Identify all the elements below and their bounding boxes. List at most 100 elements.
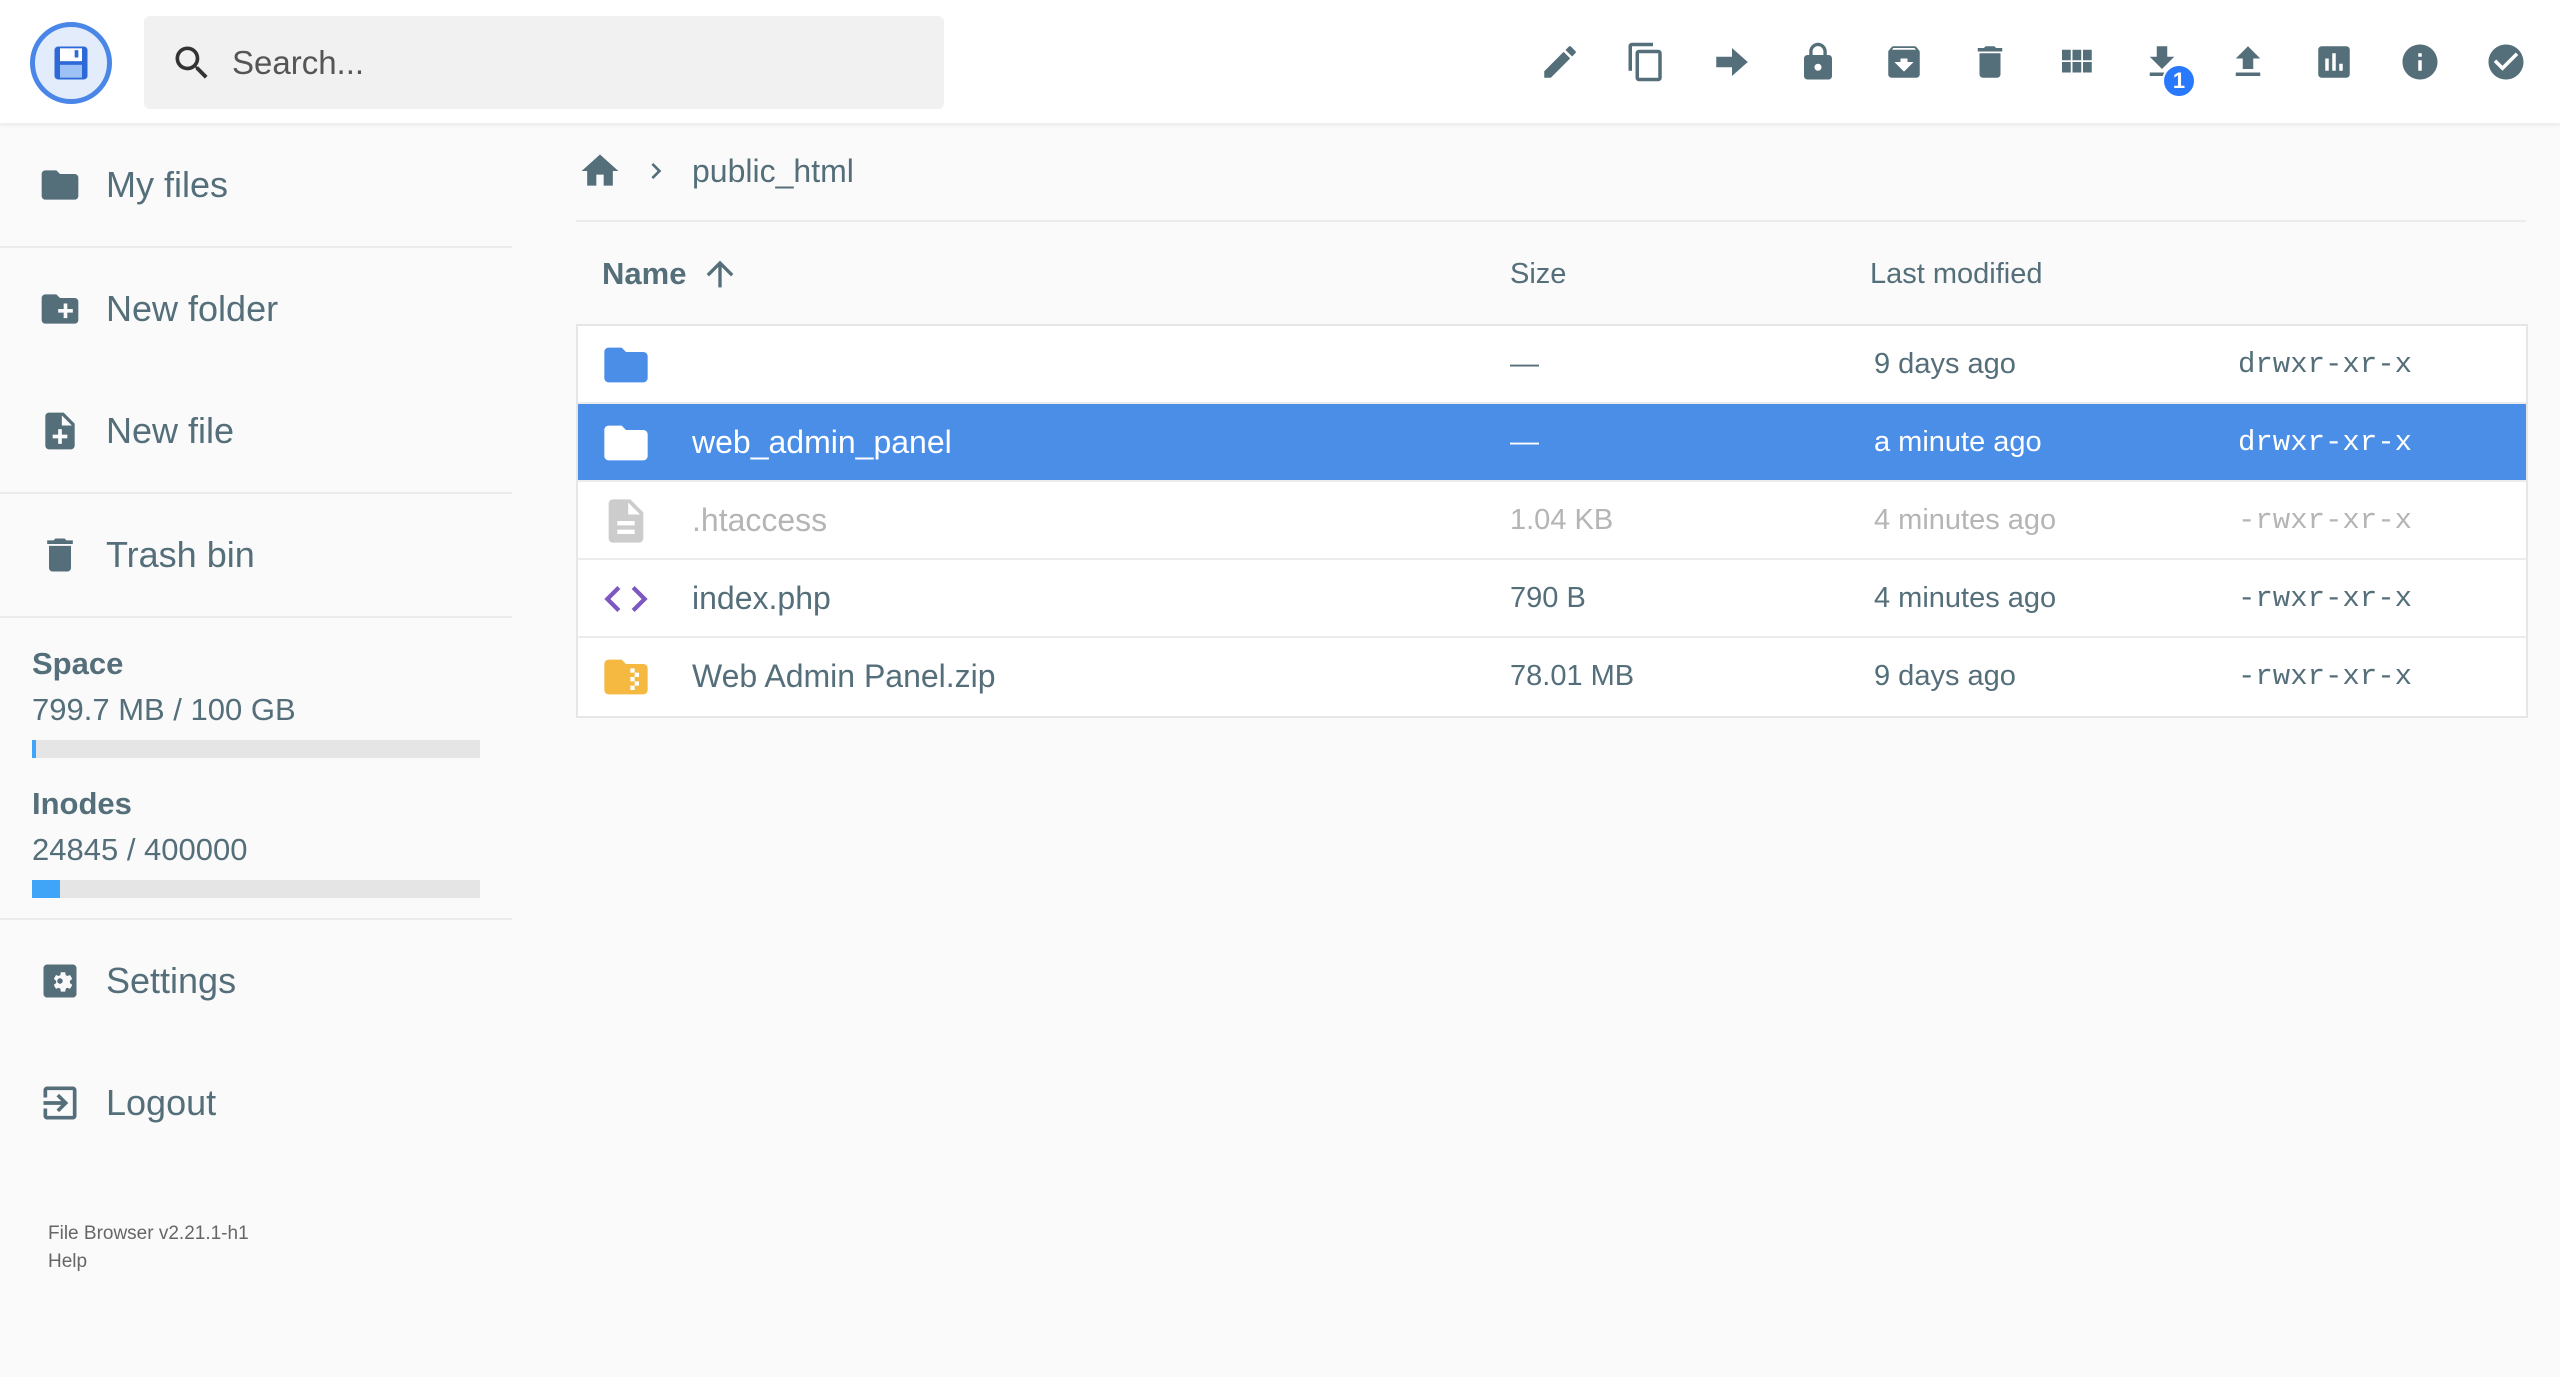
download-count-badge: 1 bbox=[2162, 64, 2196, 98]
sidebar-item-logout[interactable]: Logout bbox=[0, 1042, 512, 1164]
file-permissions: -rwxr-xr-x bbox=[2238, 660, 2413, 693]
file-permissions: drwxr-xr-x bbox=[2238, 426, 2413, 459]
file-name: web_admin_panel bbox=[692, 424, 952, 460]
file-icon bbox=[608, 499, 644, 543]
check-circle-icon bbox=[2488, 44, 2524, 80]
sidebar-item-label: Settings bbox=[106, 960, 237, 1001]
sidebar-item-label: My files bbox=[106, 164, 229, 205]
lock-icon bbox=[1804, 42, 1832, 80]
settings-icon bbox=[43, 964, 77, 998]
archive-button[interactable] bbox=[1866, 24, 1942, 100]
sidebar-item-label: New file bbox=[106, 410, 235, 451]
code-icon bbox=[604, 586, 648, 612]
list-item[interactable]: — 9 days ago drwxr-xr-x bbox=[578, 326, 2526, 404]
file-name: Web Admin Panel.zip bbox=[692, 658, 996, 694]
file-list: — 9 days ago drwxr-xr-x web_admin_panel … bbox=[576, 324, 2528, 718]
file-modified: a minute ago bbox=[1874, 426, 2042, 458]
chevron-right-icon bbox=[651, 163, 662, 179]
size-column-header[interactable]: Size bbox=[1510, 258, 1566, 291]
file-modified: 4 minutes ago bbox=[1874, 504, 2057, 536]
sidebar-item-settings[interactable]: Settings bbox=[0, 920, 512, 1042]
delete-icon bbox=[1977, 46, 2003, 78]
trash-icon bbox=[47, 538, 73, 572]
home-icon[interactable] bbox=[578, 149, 622, 193]
space-value: 799.7 MB / 100 GB bbox=[32, 692, 296, 727]
space-progress-fill bbox=[32, 740, 36, 758]
info-button[interactable] bbox=[2382, 24, 2458, 100]
space-label: Space bbox=[32, 646, 124, 681]
new-file-icon bbox=[45, 412, 75, 450]
search-box[interactable] bbox=[144, 16, 944, 109]
inodes-progress-fill bbox=[32, 880, 60, 898]
download-button[interactable]: 1 bbox=[2124, 24, 2200, 100]
file-name: index.php bbox=[692, 580, 831, 616]
modified-column-header[interactable]: Last modified bbox=[1870, 258, 2043, 291]
version-text: File Browser v2.21.1-h1 bbox=[48, 1223, 249, 1244]
delete-button[interactable] bbox=[1952, 24, 2028, 100]
toolbar: 1 bbox=[1522, 24, 2544, 100]
breadcrumb-divider bbox=[576, 220, 2526, 222]
file-permissions: drwxr-xr-x bbox=[2238, 348, 2413, 381]
search-input[interactable] bbox=[232, 43, 892, 82]
quota-panel: Space 799.7 MB / 100 GB Inodes 24845 / 4… bbox=[0, 618, 512, 918]
file-modified: 9 days ago bbox=[1874, 660, 2016, 692]
floppy-disk-icon bbox=[54, 46, 88, 80]
help-link[interactable]: Help bbox=[48, 1248, 249, 1276]
copy-icon bbox=[1628, 42, 1662, 82]
rename-button[interactable] bbox=[1522, 24, 1598, 100]
folder-icon bbox=[604, 425, 648, 461]
permissions-button[interactable] bbox=[1780, 24, 1856, 100]
breadcrumb-item-public-html[interactable]: public_html bbox=[692, 153, 854, 190]
list-item[interactable]: index.php 790 B 4 minutes ago -rwxr-xr-x bbox=[578, 560, 2526, 638]
file-size: 790 B bbox=[1510, 582, 1586, 614]
file-name: .htaccess bbox=[692, 502, 828, 538]
sidebar-item-new-file[interactable]: New file bbox=[0, 370, 512, 492]
app-logo[interactable] bbox=[30, 22, 112, 104]
copy-button[interactable] bbox=[1608, 24, 1684, 100]
breadcrumb: public_html bbox=[578, 146, 854, 196]
list-item[interactable]: Web Admin Panel.zip 78.01 MB 9 days ago … bbox=[578, 638, 2526, 716]
file-size: 1.04 KB bbox=[1510, 504, 1614, 536]
file-size: — bbox=[1510, 348, 1539, 380]
file-permissions: -rwxr-xr-x bbox=[2238, 582, 2413, 615]
sidebar-item-label: Logout bbox=[106, 1082, 217, 1123]
new-folder-icon bbox=[41, 294, 79, 324]
inodes-label: Inodes bbox=[32, 786, 132, 821]
file-permissions: -rwxr-xr-x bbox=[2238, 504, 2413, 537]
switch-view-button[interactable] bbox=[2038, 24, 2114, 100]
inodes-value: 24845 / 400000 bbox=[32, 832, 248, 867]
sidebar-item-new-folder[interactable]: New folder bbox=[0, 248, 512, 370]
sidebar-item-my-files[interactable]: My files bbox=[0, 124, 512, 246]
sidebar-item-trash-bin[interactable]: Trash bin bbox=[0, 494, 512, 616]
move-icon bbox=[1716, 48, 1748, 76]
chart-icon bbox=[2318, 46, 2350, 78]
search-icon bbox=[175, 46, 208, 79]
list-item[interactable]: .htaccess 1.04 KB 4 minutes ago -rwxr-xr… bbox=[578, 482, 2526, 560]
move-button[interactable] bbox=[1694, 24, 1770, 100]
list-item[interactable]: web_admin_panel — a minute ago drwxr-xr-… bbox=[578, 404, 2526, 482]
grid-view-icon bbox=[2062, 49, 2092, 73]
usage-button[interactable] bbox=[2296, 24, 2372, 100]
sidebar: My files New folder New file Trash bin S… bbox=[0, 124, 512, 1164]
inodes-progress-bar bbox=[32, 880, 480, 898]
header-bar: 1 bbox=[0, 0, 2560, 124]
folder-icon bbox=[41, 170, 79, 200]
archive-icon bbox=[1888, 46, 1920, 78]
name-column-header[interactable]: Name bbox=[602, 254, 740, 294]
file-modified: 4 minutes ago bbox=[1874, 582, 2057, 614]
file-size: — bbox=[1510, 426, 1539, 458]
folder-icon bbox=[604, 347, 648, 383]
edit-icon bbox=[1544, 46, 1576, 78]
file-modified: 9 days ago bbox=[1874, 348, 2016, 380]
logout-icon bbox=[43, 1086, 77, 1120]
upload-button[interactable] bbox=[2210, 24, 2286, 100]
sidebar-footer: File Browser v2.21.1-h1 Help bbox=[48, 1220, 249, 1276]
space-progress-bar bbox=[32, 740, 480, 758]
upload-icon bbox=[2235, 46, 2261, 76]
zip-archive-icon bbox=[604, 659, 648, 695]
name-column-label: Name bbox=[602, 256, 687, 291]
select-multiple-button[interactable] bbox=[2468, 24, 2544, 100]
sidebar-item-label: New folder bbox=[106, 288, 279, 329]
info-icon bbox=[2402, 44, 2438, 80]
file-size: 78.01 MB bbox=[1510, 660, 1635, 692]
